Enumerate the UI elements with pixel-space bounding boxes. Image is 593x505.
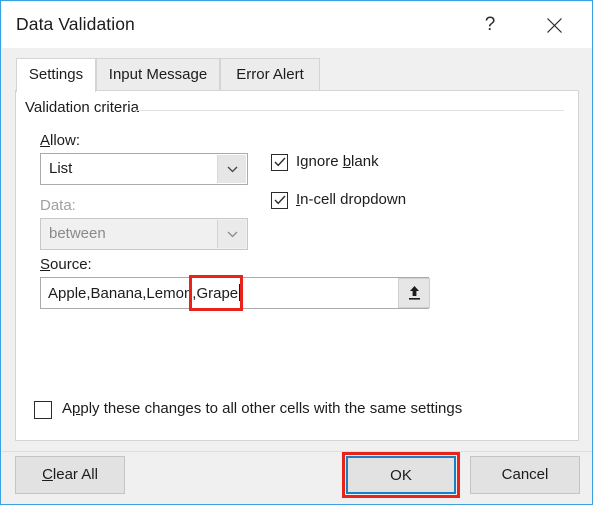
in-cell-dropdown-checkbox[interactable] bbox=[271, 192, 288, 209]
settings-panel: Validation criteria Allow: List Data: be… bbox=[15, 90, 579, 441]
allow-value: List bbox=[49, 160, 73, 177]
ok-button[interactable]: OK bbox=[346, 456, 456, 494]
apply-all-label: Apply these changes to all other cells w… bbox=[62, 400, 462, 417]
cancel-button[interactable]: Cancel bbox=[470, 456, 580, 494]
clear-all-accel: C bbox=[42, 466, 53, 483]
in-cell-dropdown-label: In-cell dropdown bbox=[296, 191, 406, 208]
apply-all-label-before: A bbox=[62, 400, 73, 417]
source-label: Source: bbox=[40, 256, 92, 273]
apply-all-checkbox[interactable] bbox=[34, 401, 52, 419]
ignore-blank-label-before: Ignore bbox=[296, 153, 343, 170]
close-icon[interactable] bbox=[538, 10, 570, 40]
ignore-blank-label-after: lank bbox=[351, 153, 379, 170]
tab-strip: Settings Input Message Error Alert bbox=[2, 48, 592, 92]
tab-settings[interactable]: Settings bbox=[16, 58, 96, 92]
clear-all-button[interactable]: Clear All bbox=[15, 456, 125, 494]
range-select-icon[interactable] bbox=[398, 278, 430, 308]
in-cell-dropdown-label-after: n-cell dropdown bbox=[300, 191, 407, 208]
footer-divider bbox=[2, 451, 592, 452]
allow-label-rest: llow: bbox=[50, 132, 81, 149]
ignore-blank-checkbox[interactable] bbox=[271, 154, 288, 171]
clear-all-rest: lear All bbox=[52, 466, 98, 483]
allow-label: Allow: bbox=[40, 132, 80, 149]
apply-all-label-after: ply these changes to all other cells wit… bbox=[80, 400, 463, 417]
source-input[interactable]: Apple,Banana,Lemon,Grape bbox=[40, 275, 430, 311]
tab-input-message[interactable]: Input Message bbox=[96, 58, 220, 91]
data-validation-dialog: Data Validation ? Settings Input Message… bbox=[0, 0, 593, 505]
source-value: Apple,Banana,Lemon,Grape bbox=[48, 284, 241, 302]
title-bar: Data Validation ? bbox=[2, 2, 592, 48]
group-divider bbox=[136, 110, 564, 111]
source-value-highlighted: Grape bbox=[196, 285, 239, 302]
ignore-blank-label-accel: b bbox=[342, 153, 352, 170]
source-label-accel: S bbox=[40, 256, 51, 273]
ignore-blank-label: Ignore blank bbox=[296, 153, 379, 170]
data-combobox: between bbox=[40, 218, 248, 250]
data-label: Data: bbox=[40, 197, 76, 214]
data-value: between bbox=[49, 225, 106, 242]
chevron-down-icon[interactable] bbox=[217, 155, 246, 183]
validation-criteria-label: Validation criteria bbox=[25, 99, 146, 116]
allow-label-accel: A bbox=[40, 132, 51, 149]
source-label-rest: ource: bbox=[50, 256, 92, 273]
tab-error-alert[interactable]: Error Alert bbox=[220, 58, 320, 91]
chevron-down-icon bbox=[217, 220, 246, 248]
allow-combobox[interactable]: List bbox=[40, 153, 248, 185]
dialog-title: Data Validation bbox=[16, 14, 135, 34]
text-caret bbox=[239, 284, 241, 301]
help-icon[interactable]: ? bbox=[474, 10, 506, 40]
source-value-before: Apple,Banana,Lemon, bbox=[48, 285, 197, 302]
